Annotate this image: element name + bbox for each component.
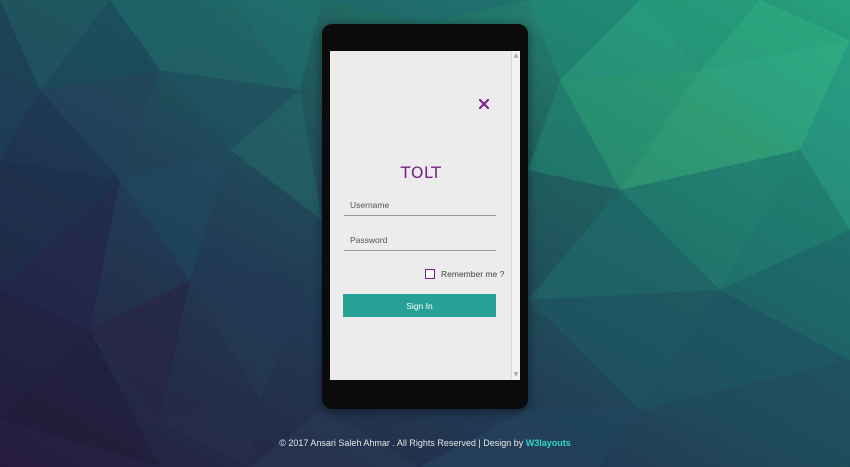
- footer-brand-link[interactable]: W3layouts: [526, 438, 571, 448]
- remember-label: Remember me ?: [441, 269, 505, 279]
- username-field-wrapper: [344, 195, 496, 216]
- sign-in-button[interactable]: Sign In: [343, 294, 496, 317]
- login-screen: ▲ ▼ TOLT Remember me ? Sign In: [330, 51, 520, 380]
- remember-checkbox[interactable]: [425, 269, 435, 279]
- phone-frame: ▲ ▼ TOLT Remember me ? Sign In: [322, 24, 528, 409]
- password-field-wrapper: [344, 230, 496, 251]
- footer: © 2017 Ansari Saleh Ahmar . All Rights R…: [0, 438, 850, 448]
- login-title: TOLT: [400, 163, 442, 182]
- scrollbar[interactable]: ▲ ▼: [511, 51, 520, 380]
- close-icon[interactable]: [476, 96, 492, 112]
- footer-copyright: © 2017 Ansari Saleh Ahmar . All Rights R…: [279, 438, 526, 448]
- remember-me: Remember me ?: [425, 268, 504, 280]
- username-input[interactable]: [344, 195, 496, 215]
- scroll-up-icon[interactable]: ▲: [512, 52, 520, 60]
- scroll-down-icon[interactable]: ▼: [512, 371, 520, 379]
- password-input[interactable]: [344, 230, 496, 250]
